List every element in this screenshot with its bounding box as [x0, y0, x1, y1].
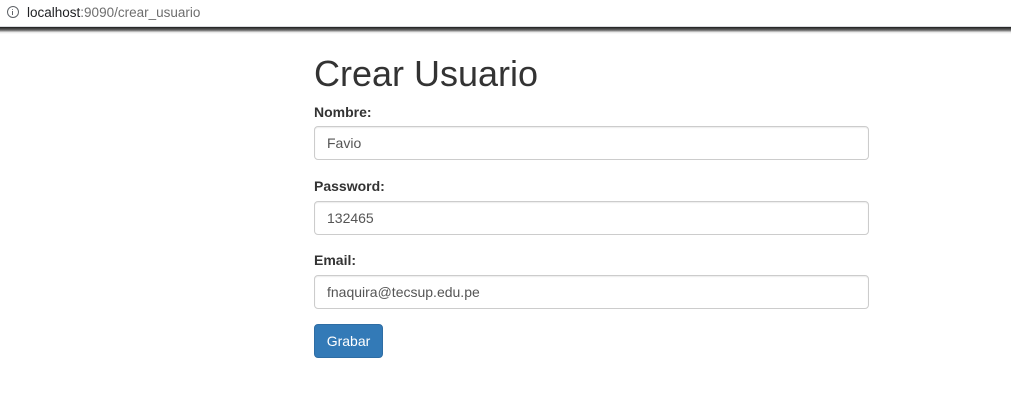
email-label: Email: — [314, 252, 357, 268]
page-title: Crear Usuario — [314, 53, 539, 94]
url-host: localhost — [27, 5, 81, 20]
nombre-input[interactable] — [314, 126, 869, 160]
url-text[interactable]: localhost:9090/crear_usuario — [27, 5, 200, 21]
address-bar[interactable]: localhost:9090/crear_usuario — [0, 0, 1011, 27]
url-path: :9090/crear_usuario — [80, 5, 201, 20]
info-icon[interactable] — [7, 6, 19, 18]
email-input[interactable] — [314, 275, 869, 309]
nombre-label: Nombre: — [314, 104, 372, 120]
password-input[interactable] — [314, 201, 869, 235]
password-label: Password: — [314, 178, 385, 194]
browser-content-divider — [0, 27, 1011, 34]
save-button[interactable]: Grabar — [314, 324, 383, 358]
